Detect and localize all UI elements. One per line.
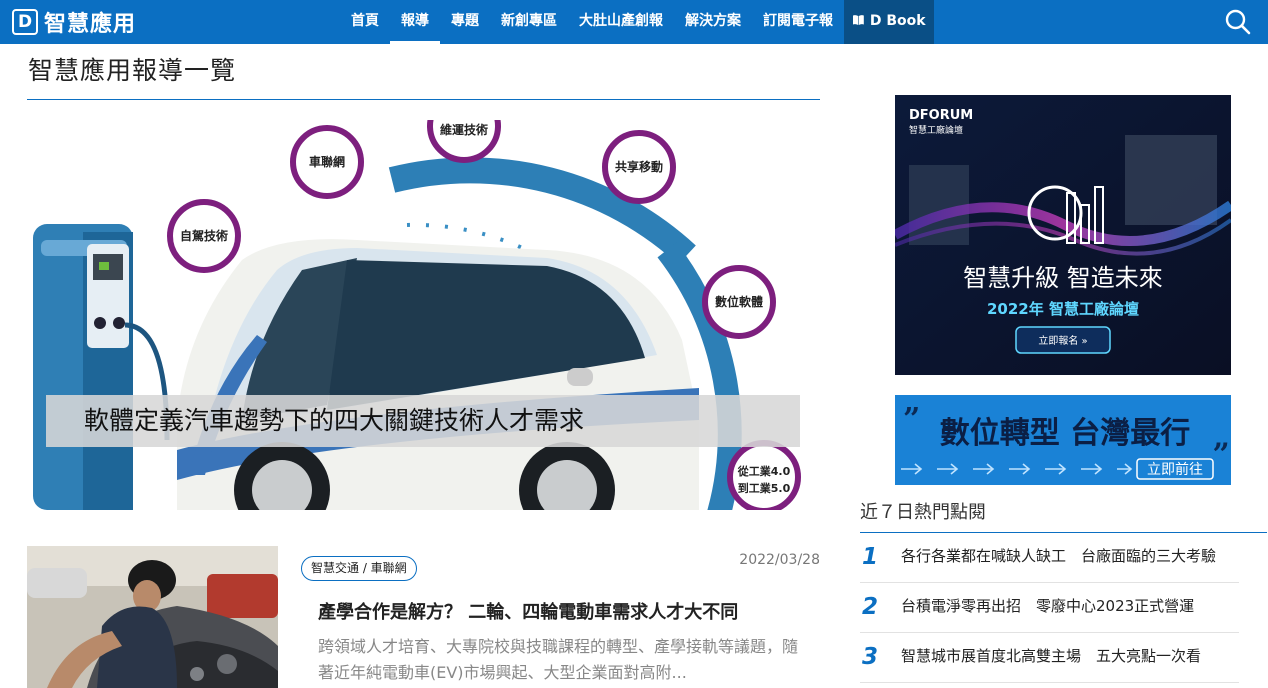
title-divider (27, 99, 820, 100)
forum-brand: DFORUM (909, 108, 973, 123)
main-menu: 首頁 報導 專題 新創專區 大肚山產創報 解決方案 訂閱電子報 D Book (340, 0, 934, 44)
article-excerpt: 跨領域人才培育、大專院校與技職課程的轉型、產學接軌等議題，隨著近年純電動車(EV… (318, 637, 799, 682)
popular-item[interactable]: 2 台積電淨零再出招 零廢中心2023正式營運 (860, 583, 1239, 633)
article-thumbnail[interactable] (27, 546, 278, 688)
badge-maintenance: 維運技術 (440, 122, 488, 137)
article-title[interactable]: 產學合作是解方？ 二輪、四輪電動車需求人才大不同 (318, 598, 738, 624)
transform-banner: ” 數位轉型 台灣最行 „ 立即前往 (895, 395, 1231, 485)
page-title: 智慧應用報導一覽 (28, 56, 237, 85)
badge-digital-software: 數位軟體 (715, 294, 763, 309)
article-tag[interactable]: 智慧交通 / 車聯網 (301, 556, 417, 581)
badge-autonomous: 自駕技術 (180, 228, 228, 243)
badge-shared-mobility: 共享移動 (615, 159, 663, 174)
nav-item-topics[interactable]: 專題 (440, 0, 490, 44)
dbook-label: D Book (869, 13, 926, 29)
ad-digital-transformation[interactable]: ” 數位轉型 台灣最行 „ 立即前往 (895, 395, 1231, 485)
ad-smart-factory-forum[interactable]: DFORUM 智慧工廠論壇 智慧升級 智造未來 2022年 智慧工廠論壇 立即報… (895, 95, 1231, 375)
nav-item-solutions[interactable]: 解決方案 (674, 0, 752, 44)
nav-item-newsletter[interactable]: 訂閱電子報 (752, 0, 844, 44)
badge-industry-line-2: 到工業5.0 (738, 481, 791, 495)
nav-item-startups[interactable]: 新創專區 (490, 0, 568, 44)
popular-rank: 1 (862, 544, 879, 570)
logo-mark: D (12, 9, 38, 35)
forum-register-button: 立即報名 » (1038, 334, 1087, 347)
hero-caption[interactable]: 軟體定義汽車趨勢下的四大關鍵技術人才需求 (46, 395, 800, 447)
transform-go-button: 立即前往 (1147, 461, 1203, 478)
nav-item-dadu-news[interactable]: 大肚山產創報 (568, 0, 674, 44)
popular-heading: 近７日熱門點閱 (860, 502, 986, 523)
forum-brand-sub: 智慧工廠論壇 (909, 124, 963, 136)
badge-connected-car: 車聯網 (309, 154, 345, 169)
nav-item-home[interactable]: 首頁 (340, 0, 390, 44)
forum-banner: DFORUM 智慧工廠論壇 智慧升級 智造未來 2022年 智慧工廠論壇 立即報… (895, 95, 1231, 375)
site-logo[interactable]: D 智慧應用 (12, 8, 137, 37)
book-icon (852, 13, 870, 29)
transform-headline: 數位轉型 台灣最行 (940, 416, 1190, 451)
search-button[interactable] (1224, 8, 1252, 36)
popular-item[interactable]: 3 智慧城市展首度北高雙主場 五大亮點一次看 (860, 633, 1239, 683)
article-date: 2022/03/28 (739, 552, 820, 568)
nav-item-reports[interactable]: 報導 (390, 0, 440, 44)
forum-subline: 2022年 智慧工廠論壇 (987, 300, 1139, 318)
popular-title[interactable]: 智慧城市展首度北高雙主場 五大亮點一次看 (901, 645, 1201, 666)
popular-title[interactable]: 各行各業都在喊缺人缺工 台廠面臨的三大考驗 (901, 545, 1216, 566)
mechanic-photo (27, 546, 278, 688)
logo-text: 智慧應用 (44, 12, 137, 37)
svg-text:”: ” (903, 402, 920, 437)
popular-rank: 2 (862, 594, 879, 620)
top-nav: D 智慧應用 首頁 報導 專題 新創專區 大肚山產創報 解決方案 訂閱電子報 D… (0, 0, 1268, 44)
search-icon (1225, 9, 1251, 35)
badge-industry-line-1: 從工業4.0 (737, 464, 791, 478)
popular-title[interactable]: 台積電淨零再出招 零廢中心2023正式營運 (901, 595, 1194, 616)
popular-rank: 3 (862, 644, 879, 670)
svg-text:„: „ (1213, 420, 1230, 455)
hero-illustration: 自駕技術 車聯網 維運技術 共享移動 數位軟體 從工業4.0 到工業5.0 (27, 120, 820, 510)
nav-item-dbook[interactable]: D Book (844, 0, 934, 44)
hero-feature[interactable]: 自駕技術 車聯網 維運技術 共享移動 數位軟體 從工業4.0 到工業5.0 軟體… (27, 120, 820, 510)
popular-item[interactable]: 1 各行各業都在喊缺人缺工 台廠面臨的三大考驗 (860, 533, 1239, 583)
forum-headline: 智慧升級 智造未來 (963, 264, 1163, 292)
